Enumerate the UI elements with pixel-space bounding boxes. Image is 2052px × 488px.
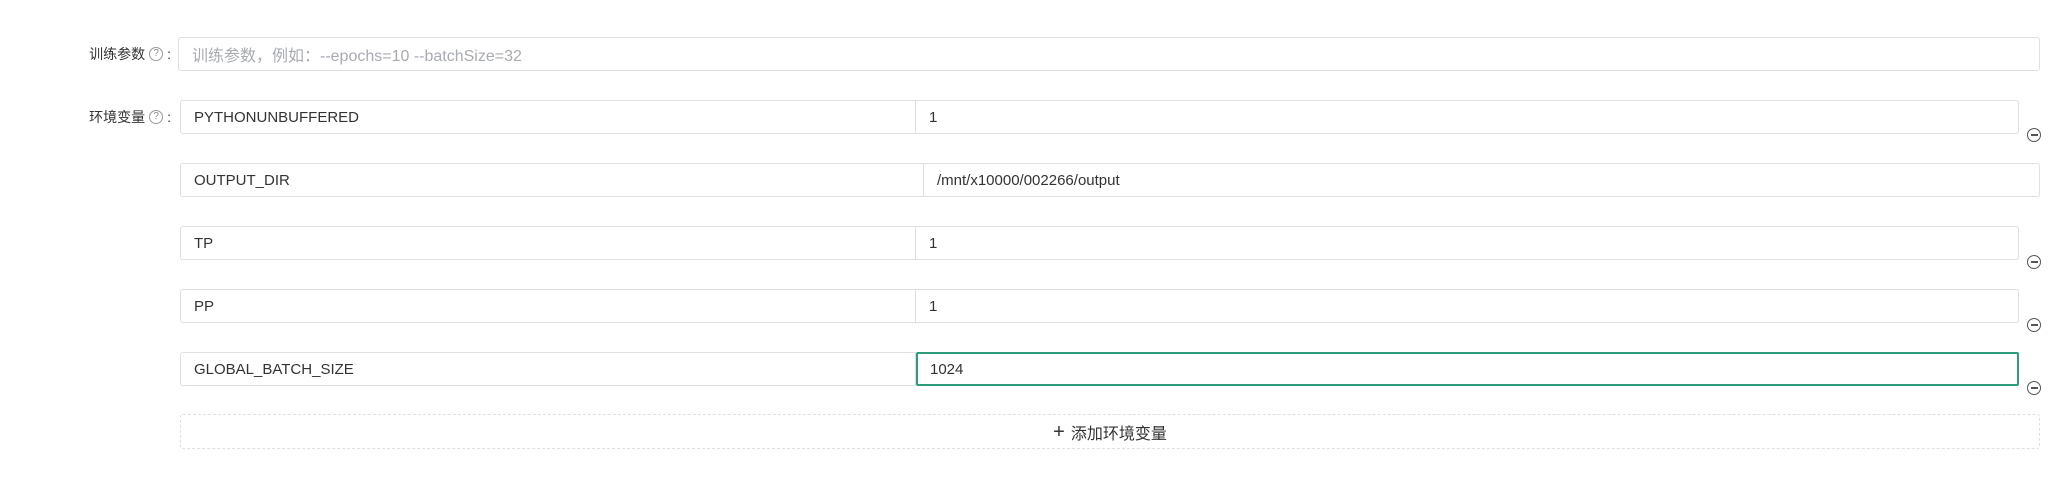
env-var-value-input[interactable]: 1 xyxy=(916,289,2019,323)
add-env-var-button[interactable]: + 添加环境变量 xyxy=(180,414,2040,449)
train-params-input[interactable]: 训练参数，例如：--epochs=10 --batchSize=32 xyxy=(178,37,2040,71)
env-var-value-input[interactable]: 1 xyxy=(916,226,2019,260)
env-var-key-input[interactable]: OUTPUT_DIR xyxy=(180,163,924,197)
env-var-key-text: OUTPUT_DIR xyxy=(194,171,290,189)
env-var-row: GLOBAL_BATCH_SIZE 1024 xyxy=(180,352,2019,386)
env-vars-label: 环境变量 ? : xyxy=(89,100,171,134)
env-var-value-text: 1 xyxy=(929,234,938,252)
env-var-key-input[interactable]: PYTHONUNBUFFERED xyxy=(180,100,916,134)
train-params-label-text: 训练参数 xyxy=(89,46,146,62)
env-var-value-input[interactable]: 1024 xyxy=(916,352,2019,386)
env-var-value-text: 1 xyxy=(929,297,938,315)
env-var-value-text: /mnt/x10000/002266/output xyxy=(937,171,1120,189)
env-var-row: TP 1 xyxy=(180,226,2019,260)
env-vars-colon: : xyxy=(167,109,171,125)
env-var-value-input[interactable]: 1 xyxy=(916,100,2019,134)
env-var-key-text: PP xyxy=(194,297,215,315)
plus-icon: + xyxy=(1053,420,1065,443)
env-var-row: OUTPUT_DIR /mnt/x10000/002266/output xyxy=(180,163,2040,197)
minus-circle-icon[interactable] xyxy=(2027,255,2041,269)
env-var-key-input[interactable]: TP xyxy=(180,226,916,260)
add-env-var-label: 添加环境变量 xyxy=(1070,425,1167,443)
env-var-value-input[interactable]: /mnt/x10000/002266/output xyxy=(924,163,2040,197)
train-params-label: 训练参数 ? : xyxy=(89,37,171,71)
env-var-row: PP 1 xyxy=(180,289,2019,323)
train-params-colon: : xyxy=(167,46,171,62)
env-var-key-text: GLOBAL_BATCH_SIZE xyxy=(194,360,354,378)
env-var-key-input[interactable]: PP xyxy=(180,289,916,323)
env-var-key-input[interactable]: GLOBAL_BATCH_SIZE xyxy=(180,352,916,386)
minus-circle-icon[interactable] xyxy=(2027,318,2041,332)
env-var-key-text: TP xyxy=(194,234,214,252)
env-var-key-text: PYTHONUNBUFFERED xyxy=(194,108,360,126)
question-circle-icon[interactable]: ? xyxy=(149,110,164,124)
env-vars-label-text: 环境变量 xyxy=(89,109,146,125)
env-var-value-text: 1024 xyxy=(930,360,964,378)
train-params-placeholder: 训练参数，例如：--epochs=10 --batchSize=32 xyxy=(192,48,522,65)
env-var-row: PYTHONUNBUFFERED 1 xyxy=(180,100,2019,134)
minus-circle-icon[interactable] xyxy=(2027,381,2041,395)
question-circle-icon[interactable]: ? xyxy=(149,47,164,61)
minus-circle-icon[interactable] xyxy=(2027,128,2041,142)
env-var-value-text: 1 xyxy=(929,108,938,126)
